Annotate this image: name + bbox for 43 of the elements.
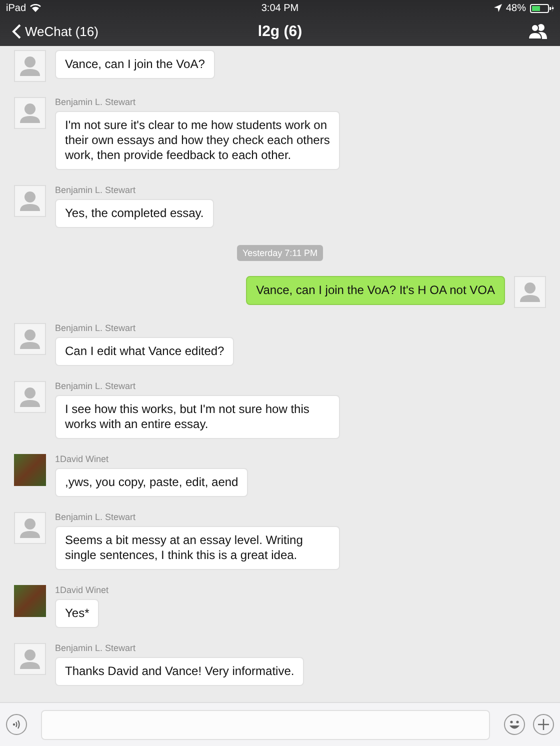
default-avatar-icon[interactable] [14,185,46,217]
sender-name: Benjamin L. Stewart [55,643,136,654]
sender-name: 1David Winet [55,585,109,596]
default-avatar-icon[interactable] [14,323,46,355]
sender-name: Benjamin L. Stewart [55,381,136,392]
message-bubble: ,yws, you copy, paste, edit, aend [55,468,248,497]
emoji-icon[interactable] [504,714,525,735]
sender-name: Benjamin L. Stewart [55,185,136,196]
sender-name: 1David Winet [55,454,109,465]
sender-name: Benjamin L. Stewart [55,512,136,523]
message-bubble: Yes* [55,599,100,628]
battery-percentage: 48% [506,2,526,14]
message-input-field[interactable] [41,710,490,740]
back-chevron-icon [12,24,21,38]
plus-icon[interactable] [533,714,554,735]
voice-input-icon[interactable] [6,714,27,735]
message-bubble: Can I edit what Vance edited? [55,337,234,366]
timestamp-label: Yesterday 7:11 PM [237,245,323,261]
battery-icon [530,4,554,12]
message-bubble: I'm not sure it's clear to me how students work on their own essays and how they check each others work, then provide feedback to each other. [55,111,340,170]
sender-name: Benjamin L. Stewart [55,323,136,334]
status-time: 3:04 PM [261,2,299,14]
avatar-photo-placeholder[interactable] [14,585,46,617]
message-bubble: Yes, the completed essay. [55,199,214,228]
default-avatar-icon[interactable] [14,97,46,129]
default-avatar-icon[interactable] [514,276,546,308]
message-bubble: Thanks David and Vance! Very informative. [55,657,304,686]
default-avatar-icon[interactable] [14,512,46,544]
message-bubble: Vance, can I join the VoA? [55,50,215,79]
group-members-icon[interactable] [528,23,548,39]
back-button[interactable]: WeChat (16) [12,24,98,38]
wifi-icon [30,4,42,12]
default-avatar-icon[interactable] [14,643,46,675]
message-bubble: Vance, can I join the VoA? It's H OA not VOA [246,276,505,305]
default-avatar-icon[interactable] [14,381,46,413]
location-arrow-icon [494,4,502,12]
device-name: iPad [6,2,26,14]
avatar-photo-placeholder[interactable] [14,454,46,486]
message-bubble: Seems a bit messy at an essay level. Writing single sentences, I think this is a great idea. [55,526,340,570]
chat-title: l2g (6) [258,22,302,40]
sender-name: Benjamin L. Stewart [55,97,136,108]
message-bubble: I see how this works, but I'm not sure how this works with an entire essay. [55,395,340,439]
default-avatar-icon[interactable] [14,50,46,82]
